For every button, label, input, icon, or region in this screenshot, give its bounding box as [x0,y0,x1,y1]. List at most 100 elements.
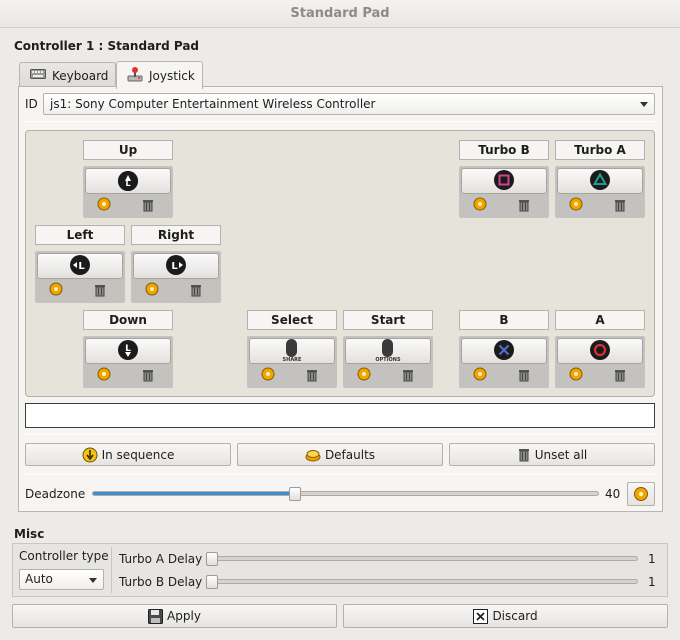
gear-icon[interactable] [261,367,275,384]
assign-left-button[interactable]: L [37,253,123,279]
mapping-controls [555,336,645,388]
deadzone-value: 40 [605,487,621,501]
deadzone-slider[interactable] [92,491,599,496]
sequence-arrow-icon [82,447,98,462]
assign-turbo-b-button[interactable] [461,168,547,194]
assign-right-button[interactable]: L [133,253,219,279]
mapping-down: Down L [83,310,173,388]
mapping-controls: SHARE [247,336,337,388]
assign-turbo-a-button[interactable] [557,168,643,194]
svg-text:L: L [171,261,178,272]
tab-keyboard-label: Keyboard [52,68,109,83]
left-stick-up-icon: L [118,171,138,191]
svg-text:L: L [78,261,85,272]
mapping-controls [555,166,645,218]
cross-button-icon [494,339,514,363]
gear-icon[interactable] [569,197,583,214]
gear-icon[interactable] [49,282,63,299]
mapping-label: Start [343,310,433,330]
apply-label: Apply [167,609,201,623]
assign-down-button[interactable]: L [85,338,171,364]
turbo-a-delay-value: 1 [648,552,656,566]
trash-icon[interactable] [517,197,531,215]
mapping-label: Turbo B [459,140,549,160]
mapping-b: B [459,310,549,388]
status-field [25,403,655,428]
gear-icon[interactable] [473,367,487,384]
misc-group-title: Misc [14,527,45,541]
mapping-label: Down [83,310,173,330]
separator [25,474,655,475]
share-button-icon: SHARE [283,339,301,363]
gear-icon[interactable] [473,197,487,214]
trash-icon[interactable] [93,282,107,300]
assign-b-button[interactable] [461,338,547,364]
controller-group-title: Controller 1 : Standard Pad [14,39,200,53]
mapping-turbo-a: Turbo A [555,140,645,218]
mapping-controls: L [131,251,221,303]
close-icon [473,608,489,624]
mapping-turbo-b: Turbo B [459,140,549,218]
gear-icon[interactable] [569,367,583,384]
deadzone-settings-button[interactable] [627,482,655,506]
tab-joystick[interactable]: Joystick [116,61,203,89]
left-stick-left-icon: L [70,254,90,278]
device-id-value: js1: Sony Computer Entertainment Wireles… [50,97,376,111]
assign-a-button[interactable] [557,338,643,364]
turbo-b-delay-value: 1 [648,575,656,589]
mapping-controls [459,336,549,388]
gear-icon[interactable] [97,197,111,214]
defaults-icon [305,449,321,461]
trash-icon[interactable] [613,367,627,385]
deadzone-slider-handle[interactable] [289,487,301,501]
trash-icon[interactable] [613,197,627,215]
separator [25,434,655,435]
mapping-label: Up [83,140,173,160]
mapping-up: Up L [83,140,173,218]
trash-icon[interactable] [141,197,155,215]
trash-icon[interactable] [401,367,415,385]
chevron-down-icon [640,102,648,107]
unset-all-button[interactable]: Unset all [449,443,655,466]
assign-select-button[interactable]: SHARE [249,338,335,364]
circle-button-icon [590,339,610,363]
separator [25,121,655,122]
discard-button[interactable]: Discard [343,604,668,628]
mapping-label: Select [247,310,337,330]
turbo-a-delay-label: Turbo A Delay [119,552,203,566]
separator [111,547,112,593]
in-sequence-button[interactable]: In sequence [25,443,231,466]
mapping-controls [459,166,549,218]
trash-icon[interactable] [189,282,203,300]
apply-button[interactable]: Apply [12,604,337,628]
mapping-label: Left [35,225,125,245]
defaults-button[interactable]: Defaults [237,443,443,466]
controller-type-label: Controller type [19,549,109,563]
defaults-label: Defaults [324,447,376,462]
turbo-a-delay-handle[interactable] [206,552,218,566]
assign-start-button[interactable]: OPTIONS [345,338,431,364]
mapping-right: Right L [131,225,221,303]
controller-type-select[interactable]: Auto [19,569,104,590]
trash-icon[interactable] [141,367,155,385]
left-stick-right-icon: L [166,254,186,278]
mapping-controls: OPTIONS [343,336,433,388]
gear-icon[interactable] [97,367,111,384]
turbo-b-delay-handle[interactable] [206,575,218,589]
turbo-b-delay-slider[interactable] [207,579,638,584]
trash-icon [518,449,529,462]
mapping-left: Left L [35,225,125,303]
gear-icon[interactable] [145,282,159,299]
mapping-label: Right [131,225,221,245]
mapping-a: A [555,310,645,388]
trash-icon[interactable] [517,367,531,385]
trash-icon[interactable] [305,367,319,385]
square-button-icon [494,169,514,193]
gear-icon [634,487,648,501]
window-title: Standard Pad [0,0,680,28]
gear-icon[interactable] [357,367,371,384]
device-id-select[interactable]: js1: Sony Computer Entertainment Wireles… [43,93,655,115]
assign-up-button[interactable]: L [85,168,171,194]
tab-keyboard[interactable]: Keyboard [19,62,116,88]
turbo-a-delay-slider[interactable] [207,556,638,561]
